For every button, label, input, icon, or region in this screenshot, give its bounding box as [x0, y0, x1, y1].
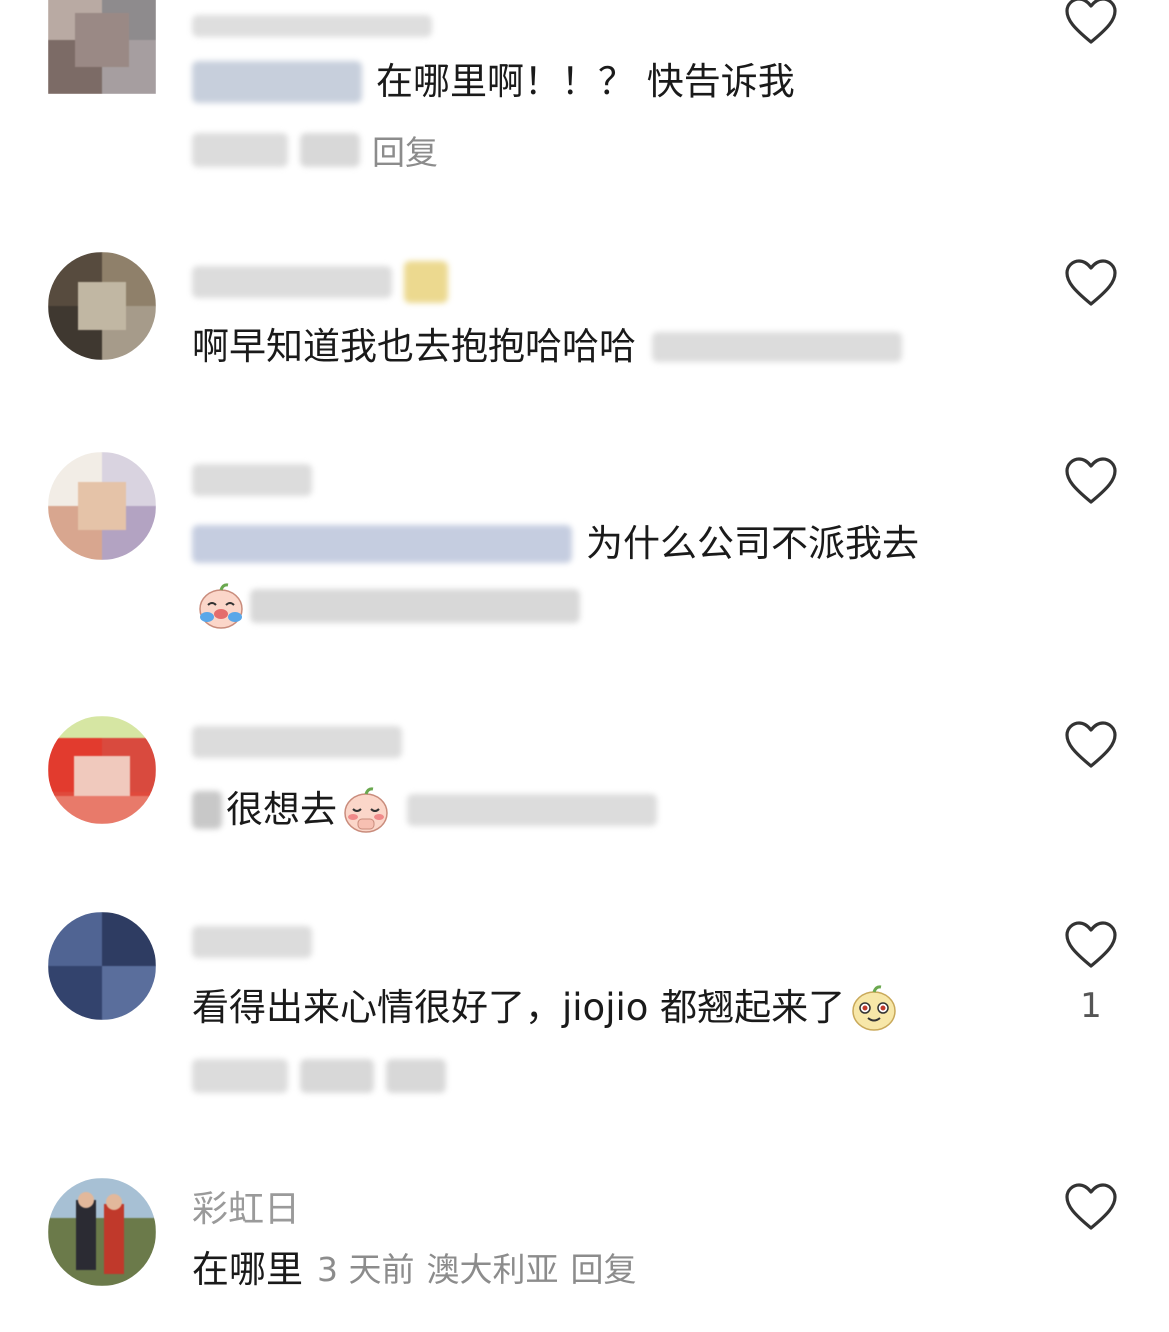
comment-meta	[192, 583, 592, 629]
comment-text: 在哪里啊！！？ 快告诉我	[192, 56, 795, 108]
heart-outline-icon[interactable]	[1064, 720, 1118, 770]
heart-outline-icon[interactable]	[1064, 0, 1118, 46]
comment-text: 在哪里 3 天前 澳大利亚 回复	[192, 1244, 649, 1296]
username[interactable]	[192, 460, 312, 500]
comment-text: 很想去	[192, 784, 657, 836]
comment-text: 为什么公司不派我去	[192, 518, 919, 570]
heart-outline-icon[interactable]	[1064, 920, 1118, 970]
heart-outline-icon[interactable]	[1064, 1182, 1118, 1232]
heart-outline-icon[interactable]	[1064, 456, 1118, 506]
comment-text-content: 很想去	[226, 788, 337, 831]
avatar[interactable]	[48, 0, 156, 94]
comment-text-content: 啊早知道我也去抱抱哈哈哈	[192, 325, 636, 368]
avatar[interactable]	[48, 912, 156, 1020]
username[interactable]: 彩虹日	[192, 1186, 300, 1230]
happy-face-emoji	[852, 985, 896, 1031]
comment-meta: 3 天前 澳大利亚 回复	[317, 1248, 649, 1292]
pleading-emoji	[344, 787, 388, 833]
username[interactable]	[192, 722, 402, 762]
username[interactable]	[192, 922, 312, 962]
avatar[interactable]	[48, 452, 156, 560]
avatar[interactable]	[48, 716, 156, 824]
like-count: 1	[1080, 986, 1102, 1026]
reply-button[interactable]: 回复	[372, 126, 438, 174]
comment-text: 看得出来心情很好了，jiojio 都翘起来了	[192, 982, 903, 1034]
reply-button[interactable]: 回复	[571, 1244, 637, 1296]
comment-meta	[192, 1054, 458, 1098]
comment-text-content: 在哪里	[192, 1248, 303, 1291]
crying-laughing-emoji	[199, 583, 243, 629]
comment-time: 3 天前	[317, 1250, 415, 1289]
comment-text: 啊早知道我也去抱抱哈哈哈	[192, 321, 902, 373]
heart-outline-icon[interactable]	[1064, 258, 1118, 308]
avatar[interactable]	[48, 252, 156, 360]
username[interactable]	[192, 261, 448, 303]
comment-text-content: 看得出来心情很好了，jiojio 都翘起来了	[192, 986, 846, 1029]
avatar[interactable]	[48, 1178, 156, 1286]
username[interactable]	[192, 6, 432, 46]
comment-text-content: 为什么公司不派我去	[586, 522, 919, 565]
comment-location: 澳大利亚	[426, 1250, 559, 1289]
comment-meta: 回复	[192, 128, 450, 172]
comment-text-content: 在哪里啊！！？ 快告诉我	[376, 60, 795, 103]
